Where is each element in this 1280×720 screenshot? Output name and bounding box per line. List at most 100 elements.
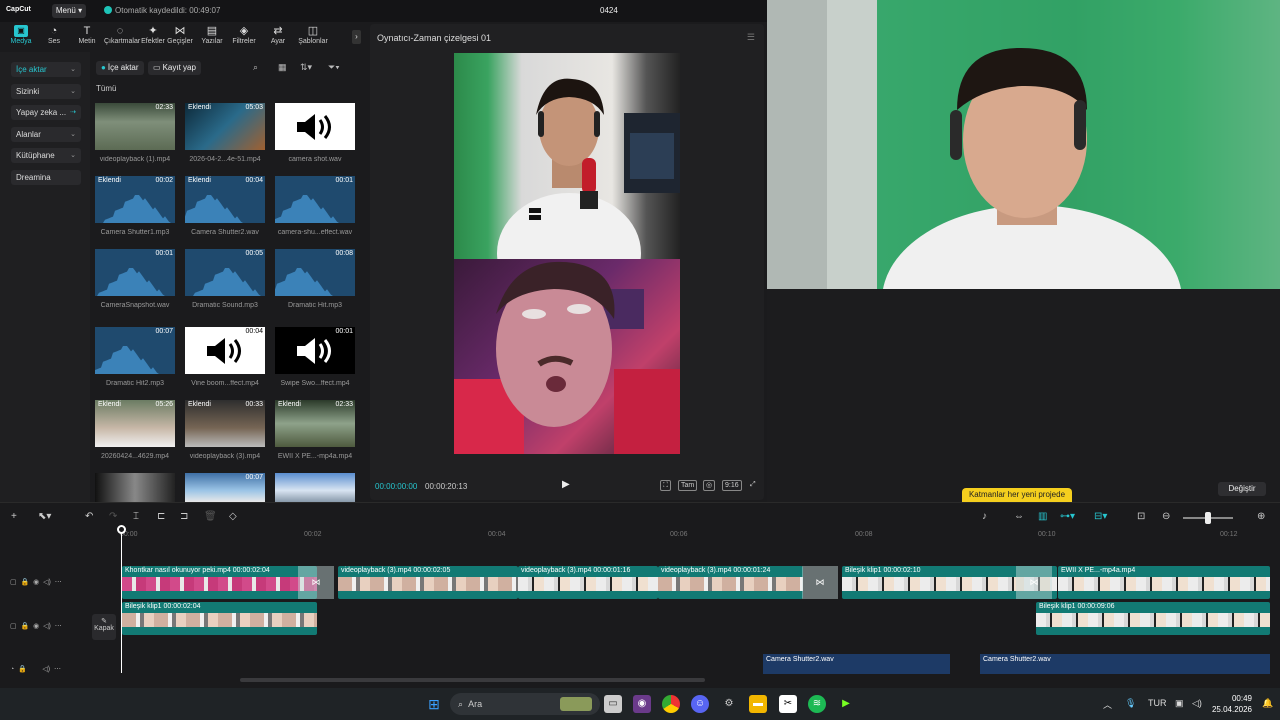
zoom-in-icon[interactable]: ⊕	[1257, 511, 1265, 522]
task-view-icon[interactable]: ▭	[604, 695, 622, 713]
preview-axis-icon[interactable]: ⊟▾	[1094, 511, 1107, 522]
playhead[interactable]	[121, 527, 122, 673]
media-item[interactable]	[275, 103, 355, 150]
media-item[interactable]: 00:01	[275, 176, 355, 223]
media-item[interactable]: 00:07	[95, 327, 175, 374]
link-icon[interactable]: ⇔	[1014, 511, 1024, 522]
tab-media[interactable]: ▣ Medya	[5, 25, 37, 45]
sidebar-item-4[interactable]: Kütüphane ⌄	[11, 148, 81, 163]
video-clip[interactable]: Bileşik klip1 00:00:02:04	[122, 602, 317, 635]
add-track-icon[interactable]: +	[11, 511, 17, 522]
video-clip[interactable]: videoplayback (3).mp4 00:00:01:16	[518, 566, 658, 599]
audio-clip[interactable]: Camera Shutter2.wav	[763, 654, 950, 674]
sidebar-item-0[interactable]: İçe aktar ⌄	[11, 62, 81, 77]
audio-track-controls[interactable]: ◔ 🔒 ◁) ⋯	[10, 665, 61, 673]
volume-icon[interactable]: ◁)	[1192, 698, 1202, 709]
spotify-icon[interactable]: ≋	[808, 695, 826, 713]
taskbar-search[interactable]: ⌕ Ara	[450, 693, 600, 715]
notification-icon[interactable]: 🔔	[1262, 698, 1273, 709]
tab-transitions[interactable]: ⋈ Geçişler	[164, 25, 196, 45]
sidebar-item-5[interactable]: Dreamina	[11, 169, 81, 185]
clock[interactable]: 00:49 25.04.2026	[1210, 693, 1252, 715]
player-menu-icon[interactable]: ☰	[747, 32, 755, 43]
redo-icon[interactable]: ↷	[109, 511, 117, 522]
file-explorer-icon[interactable]: ▬	[749, 695, 767, 713]
microphone-icon[interactable]: 🎙	[1125, 698, 1136, 709]
change-button[interactable]: Değiştir	[1218, 482, 1266, 496]
media-player-icon[interactable]: ▶	[837, 695, 855, 713]
snapshot-icon[interactable]: ◎	[703, 480, 716, 491]
timeline-scrollbar[interactable]	[240, 678, 705, 682]
media-item[interactable]: 00:08	[275, 249, 355, 296]
undo-icon[interactable]: ↶	[85, 511, 93, 522]
firefox-icon[interactable]: ◉	[633, 695, 651, 713]
tab-audio[interactable]: ◔ Ses	[38, 25, 70, 45]
tab-text[interactable]: T Metin	[71, 25, 103, 45]
transition-icon[interactable]: ⋈	[1016, 566, 1052, 599]
media-item[interactable]	[275, 473, 355, 502]
media-item[interactable]: Eklendi 02:33	[275, 400, 355, 447]
media-item[interactable]: 00:05	[185, 249, 265, 296]
all-filter-label[interactable]: Tümü	[96, 84, 116, 93]
tab-filters[interactable]: ◈ Filtreler	[228, 25, 260, 45]
zoom-out-icon[interactable]: ⊖	[1162, 511, 1170, 522]
sidebar-item-1[interactable]: Sizinki ⌄	[11, 83, 81, 99]
playhead-handle[interactable]	[117, 525, 126, 534]
fullscreen-icon[interactable]: ⤢	[748, 480, 758, 489]
split-icon[interactable]: ⌶	[133, 511, 139, 522]
chrome-icon[interactable]	[662, 695, 680, 713]
video-clip[interactable]: Bileşik klip1 00:00:09:06	[1036, 602, 1270, 635]
media-item[interactable]: Eklendi 05:03	[185, 103, 265, 150]
cover-button[interactable]: ✎ Kapak	[92, 614, 116, 640]
media-item[interactable]: Eklendi 00:33	[185, 400, 265, 447]
select-tool-icon[interactable]: ⬉▾	[38, 511, 51, 522]
tab-sticker[interactable]: ◌ Çıkartmalar	[104, 25, 140, 45]
caption-icon[interactable]: ⊡	[1137, 511, 1145, 522]
snap-icon[interactable]: ▥	[1038, 511, 1047, 522]
full-quality-button[interactable]: Tam	[678, 480, 698, 491]
media-item[interactable]: 00:01	[95, 249, 175, 296]
capcut-taskbar-icon[interactable]: ✂	[779, 695, 797, 713]
shield-icon[interactable]: ◇	[229, 511, 237, 522]
mic-icon[interactable]: ♪	[982, 511, 987, 522]
trim-right-icon[interactable]: ⊐	[180, 511, 188, 522]
settings-icon[interactable]: ⚙	[720, 695, 738, 713]
crop-icon[interactable]: ⛶	[660, 480, 671, 491]
windows-start-icon[interactable]: ⊞	[425, 695, 443, 713]
transition-icon[interactable]: ⋈	[802, 566, 838, 599]
tab-templates[interactable]: ◫ Şablonlar	[295, 25, 331, 45]
toolbar-more-icon[interactable]: ›	[352, 30, 361, 44]
media-item[interactable]	[95, 473, 175, 502]
track2-controls[interactable]: ▢ 🔒 ◉ ◁) ⋯	[10, 622, 62, 630]
media-item[interactable]: 00:07	[185, 473, 265, 502]
track1-controls[interactable]: ▢ 🔒 ◉ ◁) ⋯	[10, 578, 62, 586]
delete-icon[interactable]: 🗑	[204, 511, 217, 522]
audio-clip[interactable]: Camera Shutter2.wav	[980, 654, 1270, 674]
media-item[interactable]: Eklendi 00:02	[95, 176, 175, 223]
record-button[interactable]: ▭ Kayıt yap	[148, 61, 201, 75]
sidebar-item-3[interactable]: Alanlar ⌄	[11, 126, 81, 142]
media-item[interactable]: Eklendi 05:26	[95, 400, 175, 447]
video-clip[interactable]: EWII X PE...-mp4a.mp4	[1058, 566, 1270, 599]
menu-button[interactable]: Menü ▾	[52, 4, 86, 18]
tab-adjust[interactable]: ⇄ Ayar	[262, 25, 294, 45]
video-clip[interactable]: Khontkar nasıl okunuyor peki.mp4 00:00:0…	[122, 566, 317, 599]
filter-icon[interactable]: ⏷▾	[328, 62, 340, 73]
discord-icon[interactable]: ☺	[691, 695, 709, 713]
import-button[interactable]: ● İçe aktar	[96, 61, 144, 75]
play-icon[interactable]: ▶	[562, 479, 570, 490]
zoom-slider-knob[interactable]	[1205, 512, 1211, 524]
ratio-button[interactable]: 9:16	[722, 480, 742, 491]
time-ruler[interactable]: 00:00 00:02 00:04 00:06 00:08 00:10 00:12	[120, 531, 1270, 541]
search-icon[interactable]: ⌕	[253, 62, 258, 73]
language-indicator[interactable]: TUR	[1148, 698, 1167, 708]
sidebar-item-2[interactable]: Yapay zeka ... ⇢	[11, 105, 81, 120]
view-toggle-icon[interactable]: ▦	[278, 62, 287, 73]
media-item[interactable]: 02:33	[95, 103, 175, 150]
media-item[interactable]: 00:01	[275, 327, 355, 374]
magnet-icon[interactable]: ⊶▾	[1060, 511, 1075, 522]
media-item[interactable]: Eklendi 00:04	[185, 176, 265, 223]
tray-overflow-icon[interactable]: ︿	[1103, 698, 1112, 711]
video-clip[interactable]: videoplayback (3).mp4 00:00:02:05	[338, 566, 518, 599]
media-item[interactable]: 00:04	[185, 327, 265, 374]
